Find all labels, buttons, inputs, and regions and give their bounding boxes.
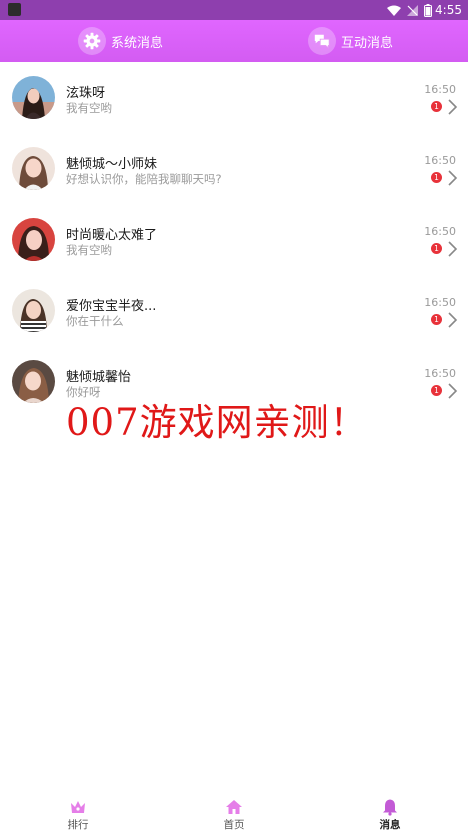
chat-bubbles-icon <box>308 27 336 55</box>
avatar <box>12 360 55 403</box>
watermark-text: 007游戏网亲测！ <box>66 401 368 444</box>
message-row[interactable]: 时尚暖心太难了 我有空哟 16:50 1 <box>0 204 468 275</box>
signal-icon <box>407 4 418 16</box>
contact-name: 魅倾城～小师妹 <box>66 157 158 172</box>
nav-item-ranking[interactable]: 排行 <box>48 798 108 832</box>
avatar <box>12 76 55 119</box>
home-icon <box>226 800 242 814</box>
tab-system-messages[interactable]: 系统消息 <box>78 25 163 57</box>
avatar <box>12 147 55 190</box>
message-header: 系统消息 互动消息 <box>0 20 468 62</box>
nav-label-ranking: 排行 <box>67 819 89 831</box>
nav-item-messages[interactable]: 消息 <box>360 798 420 832</box>
chevron-right-icon <box>448 312 458 328</box>
chevron-right-icon <box>448 383 458 399</box>
nav-label-home: 首页 <box>223 819 245 831</box>
message-preview: 你在干什么 <box>66 314 124 328</box>
contact-name: 魅倾城馨怡 <box>66 370 132 385</box>
message-time: 16:50 <box>424 83 456 96</box>
notification-app-icon <box>8 3 21 16</box>
clock: 4:55 <box>435 3 462 17</box>
chevron-right-icon <box>448 241 458 257</box>
crown-icon <box>71 801 85 813</box>
message-list: 泫珠呀 我有空哟 16:50 1 魅倾城～小师妹 好想认识你，能陪我聊聊天吗? … <box>0 62 468 417</box>
nav-item-home[interactable]: 首页 <box>204 798 264 832</box>
avatar <box>12 289 55 332</box>
unread-badge: 1 <box>431 314 442 325</box>
avatar <box>12 218 55 261</box>
contact-name: 时尚暖心太难了 <box>66 228 158 243</box>
unread-badge: 1 <box>431 243 442 254</box>
message-preview: 我有空哟 <box>66 101 112 115</box>
unread-badge: 1 <box>431 172 442 183</box>
message-time: 16:50 <box>424 367 456 380</box>
message-row[interactable]: 魅倾城～小师妹 好想认识你，能陪我聊聊天吗? 16:50 1 <box>0 133 468 204</box>
contact-name: 泫珠呀 <box>66 86 106 101</box>
message-preview: 我有空哟 <box>66 243 112 257</box>
message-row[interactable]: 爱你宝宝半夜... 你在干什么 16:50 1 <box>0 275 468 346</box>
system-icons <box>387 3 432 17</box>
battery-icon <box>424 3 432 17</box>
message-time: 16:50 <box>424 296 456 309</box>
contact-name: 爱你宝宝半夜... <box>66 299 157 314</box>
tab-interaction-label: 互动消息 <box>341 35 394 51</box>
wifi-icon <box>387 5 401 16</box>
bell-icon <box>383 799 397 816</box>
chevron-right-icon <box>448 99 458 115</box>
chevron-right-icon <box>448 170 458 186</box>
message-row[interactable]: 泫珠呀 我有空哟 16:50 1 <box>0 62 468 133</box>
bottom-nav: 排行 首页 消息 <box>0 790 468 832</box>
status-bar: 4:55 <box>0 0 468 20</box>
unread-badge: 1 <box>431 385 442 396</box>
message-preview: 好想认识你，能陪我聊聊天吗? <box>66 172 222 186</box>
unread-badge: 1 <box>431 101 442 112</box>
message-time: 16:50 <box>424 154 456 167</box>
tab-interaction-messages[interactable]: 互动消息 <box>308 25 393 57</box>
message-time: 16:50 <box>424 225 456 238</box>
nav-label-messages: 消息 <box>379 819 401 831</box>
gear-icon <box>78 27 106 55</box>
tab-system-label: 系统消息 <box>111 35 164 51</box>
